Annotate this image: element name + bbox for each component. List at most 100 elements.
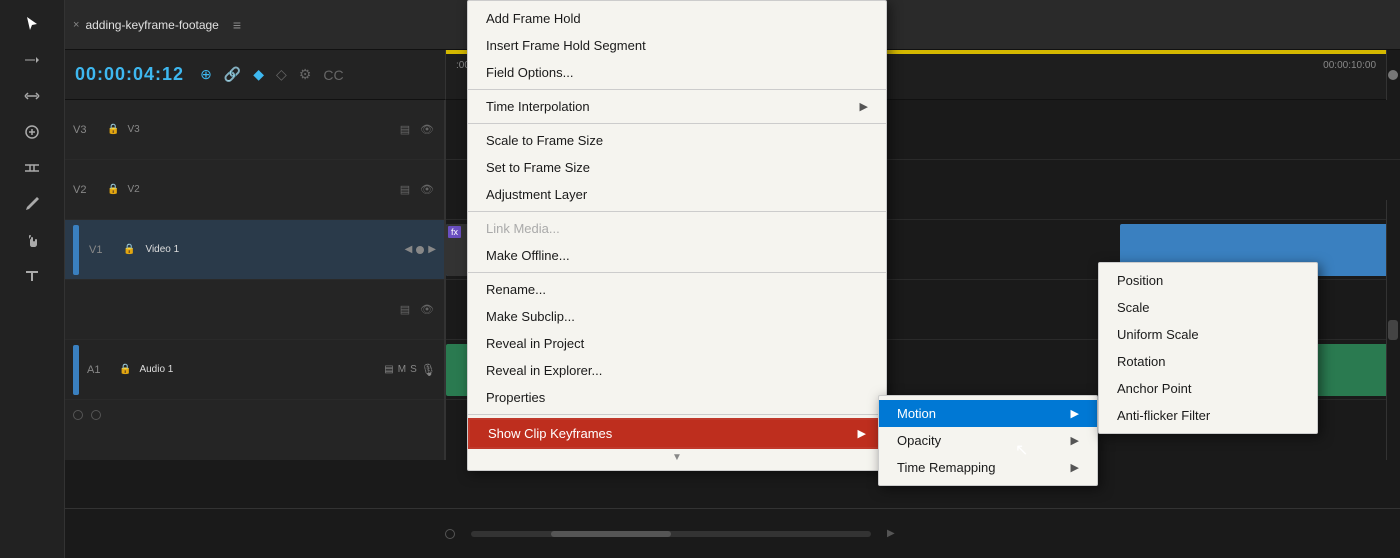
h-scrollbar-thumb[interactable]	[551, 531, 671, 537]
v2-eye-icon[interactable]: 👁	[418, 181, 436, 199]
timeline-nav: ▶	[445, 528, 895, 539]
menu-reveal-in-project[interactable]: Reveal in Project	[468, 330, 886, 357]
secondary-context-menu: Motion ▶ Opacity ▶ Time Remapping ▶	[878, 395, 1098, 486]
menu-anti-flicker-filter[interactable]: Anti-flicker Filter	[1099, 402, 1317, 429]
v2-label: V2	[73, 184, 101, 196]
snap-icon[interactable]: ⊕	[200, 66, 212, 83]
marker-type-icon[interactable]: ◇	[276, 66, 287, 83]
menu-position[interactable]: Position	[1099, 267, 1317, 294]
text-tool[interactable]	[16, 260, 48, 292]
left-toolbar	[0, 0, 65, 558]
v3-lock[interactable]: 🔒	[107, 124, 119, 135]
bottom-status-bar: ▶	[65, 508, 1400, 558]
slip-tool[interactable]	[16, 80, 48, 112]
ripple-tool-2[interactable]	[16, 116, 48, 148]
time-interpolation-arrow: ▶	[860, 100, 868, 113]
v2-label2: V2	[127, 184, 139, 195]
a1-active-indicator	[73, 345, 79, 395]
hand-tool[interactable]	[16, 224, 48, 256]
opacity-arrow: ▶	[1071, 434, 1079, 447]
separator-4	[468, 272, 886, 273]
track-label-v1: V1 🔒 Video 1 ◀ ▶	[65, 220, 444, 280]
menu-time-remapping[interactable]: Time Remapping ▶	[879, 454, 1097, 481]
pen-tool[interactable]	[16, 188, 48, 220]
menu-make-subclip[interactable]: Make Subclip...	[468, 303, 886, 330]
tab-title: adding-keyframe-footage	[85, 18, 218, 32]
v1-label: V1	[89, 244, 117, 256]
v1-icons: ◀ ▶	[405, 244, 436, 255]
menu-make-offline[interactable]: Make Offline...	[468, 242, 886, 269]
tab-menu-icon[interactable]: ≡	[233, 17, 241, 33]
menu-opacity[interactable]: Opacity ▶	[879, 427, 1097, 454]
ruler-right-end	[1386, 50, 1400, 100]
scroll-left-marker	[73, 410, 83, 420]
captions-icon[interactable]: CC	[323, 67, 343, 83]
ripple-edit-tool[interactable]	[16, 44, 48, 76]
v3-filmstrip-icon[interactable]: ▤	[396, 121, 414, 139]
empty-filmstrip-icon[interactable]: ▤	[396, 301, 414, 319]
scrollbar-thumb[interactable]	[1388, 320, 1398, 340]
selection-tool[interactable]	[16, 8, 48, 40]
time-remapping-arrow: ▶	[1071, 461, 1079, 474]
v2-filmstrip-icon[interactable]: ▤	[396, 181, 414, 199]
a1-filmstrip[interactable]: ▤	[384, 364, 393, 375]
current-timecode[interactable]: 00:00:04:12	[75, 64, 184, 85]
menu-adjustment-layer[interactable]: Adjustment Layer	[468, 181, 886, 208]
menu-reveal-in-explorer[interactable]: Reveal in Explorer...	[468, 357, 886, 384]
menu-anchor-point[interactable]: Anchor Point	[1099, 375, 1317, 402]
add-marker-icon[interactable]: ◆	[253, 66, 264, 83]
a1-lock[interactable]: 🔒	[119, 364, 131, 375]
menu-time-interpolation[interactable]: Time Interpolation ▶	[468, 93, 886, 120]
menu-scale-to-frame-size[interactable]: Scale to Frame Size	[468, 127, 886, 154]
nav-end-icon: ▶	[887, 528, 895, 539]
v1-nav-prev[interactable]: ◀	[405, 244, 413, 255]
menu-field-options[interactable]: Field Options...	[468, 59, 886, 86]
a1-S[interactable]: S	[410, 364, 417, 375]
ruler-mark-end: 00:00:10:00	[1323, 60, 1376, 71]
v1-lock[interactable]: 🔒	[123, 244, 135, 255]
menu-rename[interactable]: Rename...	[468, 276, 886, 303]
v1-active-indicator	[73, 225, 79, 275]
separator-3	[468, 211, 886, 212]
menu-scale[interactable]: Scale	[1099, 294, 1317, 321]
v2-lock[interactable]: 🔒	[107, 184, 119, 195]
v3-eye-icon[interactable]: 👁	[418, 121, 436, 139]
v3-icons: ▤ 👁	[396, 121, 436, 139]
empty-track-icons: ▤ 👁	[396, 301, 436, 319]
separator-1	[468, 89, 886, 90]
v1-nav-marker	[416, 246, 424, 254]
nav-start-marker[interactable]	[445, 529, 455, 539]
v3-label2: V3	[127, 124, 139, 135]
track-label-v2: V2 🔒 V2 ▤ 👁	[65, 160, 444, 220]
tab-close-button[interactable]: ×	[73, 19, 79, 31]
settings-icon[interactable]: ⚙	[299, 66, 312, 83]
timeline-scrollbar-horizontal[interactable]	[471, 531, 871, 537]
empty-eye-icon[interactable]: 👁	[418, 301, 436, 319]
timecode-tools: ⊕ 🔗 ◆ ◇ ⚙ CC	[200, 66, 344, 83]
menu-scroll-down[interactable]: ▼	[468, 449, 886, 466]
show-clip-keyframes-arrow: ▶	[858, 427, 866, 440]
menu-set-to-frame-size[interactable]: Set to Frame Size	[468, 154, 886, 181]
v1-clip-name: Video 1	[145, 244, 179, 255]
menu-motion[interactable]: Motion ▶	[879, 400, 1097, 427]
linked-selection-icon[interactable]: 🔗	[224, 66, 241, 83]
a1-M[interactable]: M	[398, 364, 406, 375]
separator-2	[468, 123, 886, 124]
slip-tool-2[interactable]	[16, 152, 48, 184]
menu-properties[interactable]: Properties	[468, 384, 886, 411]
motion-arrow: ▶	[1071, 407, 1079, 420]
menu-rotation[interactable]: Rotation	[1099, 348, 1317, 375]
a1-track-id: A1	[87, 364, 115, 376]
primary-context-menu: Add Frame Hold Insert Frame Hold Segment…	[467, 0, 887, 471]
menu-add-frame-hold[interactable]: Add Frame Hold	[468, 5, 886, 32]
track-label-v3: V3 🔒 V3 ▤ 👁	[65, 100, 444, 160]
v1-nav-next[interactable]: ▶	[428, 244, 436, 255]
track-bottom-controls	[65, 400, 444, 430]
track-label-empty: ▤ 👁	[65, 280, 444, 340]
menu-uniform-scale[interactable]: Uniform Scale	[1099, 321, 1317, 348]
a1-mic[interactable]: 🎙	[421, 363, 436, 377]
fx-badge-left: fx	[448, 226, 461, 238]
v2-icons: ▤ 👁	[396, 181, 436, 199]
menu-show-clip-keyframes[interactable]: Show Clip Keyframes ▶	[468, 418, 886, 449]
menu-insert-frame-hold-segment[interactable]: Insert Frame Hold Segment	[468, 32, 886, 59]
